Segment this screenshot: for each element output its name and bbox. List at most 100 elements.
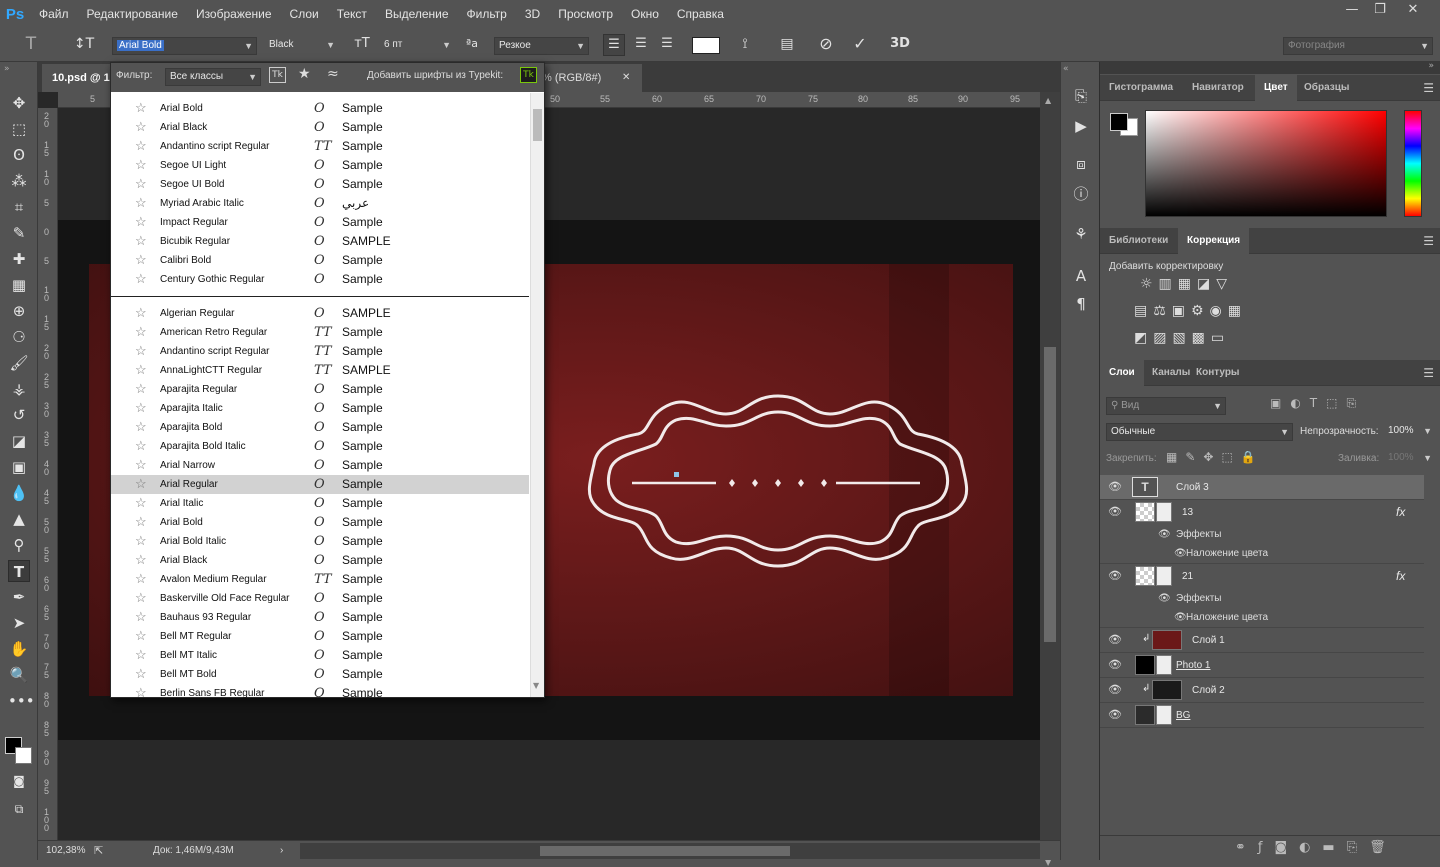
font-row[interactable]: ☆ Calibri Bold O Sample — [111, 251, 529, 270]
restore-button[interactable]: ❐ — [1366, 0, 1394, 22]
font-row[interactable]: ☆ American Retro Regular TT Sample — [111, 323, 529, 342]
zoom-level[interactable]: 102,38% — [46, 841, 85, 861]
fill-field[interactable]: 100% ▼ — [1384, 450, 1435, 468]
panel-menu-icon[interactable]: ☰ — [1423, 81, 1434, 95]
favorite-star-icon[interactable]: ☆ — [135, 438, 147, 454]
font-row[interactable]: ☆ Aparajita Italic O Sample — [111, 399, 529, 418]
fx-badge[interactable]: fx — [1396, 500, 1405, 525]
font-row[interactable]: ☆ Arial Narrow O Sample — [111, 456, 529, 475]
favorite-star-icon[interactable]: ☆ — [135, 685, 147, 701]
font-row[interactable]: ☆ Bell MT Regular O Sample — [111, 627, 529, 646]
menu-item[interactable]: Фильтр — [458, 0, 516, 28]
favorite-star-icon[interactable]: ☆ — [135, 195, 147, 211]
font-row[interactable]: ☆ Arial Bold Italic O Sample — [111, 532, 529, 551]
font-row[interactable]: ☆ Baskerville Old Face Regular O Sample — [111, 589, 529, 608]
favorite-star-icon[interactable]: ☆ — [135, 176, 147, 192]
text-color-swatch[interactable] — [692, 37, 720, 54]
vertical-scroll-thumb[interactable] — [1044, 347, 1056, 642]
visibility-eye-icon[interactable]: 👁 — [1158, 525, 1171, 544]
font-family-field[interactable]: Arial Bold ▼ — [112, 37, 257, 55]
vertical-scrollbar[interactable]: ▲ ▼ — [1040, 92, 1060, 867]
favorite-star-icon[interactable]: ☆ — [135, 157, 147, 173]
marquee-tool-icon[interactable]: ⬚ — [8, 118, 30, 140]
close-tab-icon[interactable]: ✕ — [622, 64, 630, 92]
layer-row[interactable]: 👁 13 fx 👁 Эффекты 👁 Наложение цвета — [1100, 500, 1424, 564]
favorite-star-icon[interactable]: ☆ — [135, 252, 147, 268]
favorite-star-icon[interactable]: ☆ — [135, 495, 147, 511]
cancel-edit-icon[interactable]: ⊘ — [815, 34, 837, 54]
blur-tool-icon[interactable]: 💧 — [8, 482, 30, 504]
panel-tab[interactable]: Гистограмма — [1100, 75, 1182, 101]
info-icon[interactable]: ⓘ — [1070, 184, 1092, 204]
export-icon[interactable]: ⇱ — [94, 841, 103, 861]
close-window-button[interactable]: ✕ — [1399, 0, 1427, 22]
hand-tool-icon[interactable]: ✋ — [8, 638, 30, 660]
font-row[interactable]: ☆ Berlin Sans FB Regular O Sample — [111, 684, 529, 703]
favorite-star-icon[interactable]: ☆ — [135, 647, 147, 663]
warp-text-icon[interactable]: ⟟ — [734, 34, 756, 54]
favorites-filter-icon[interactable]: ★ — [298, 66, 311, 82]
favorite-star-icon[interactable]: ☆ — [135, 400, 147, 416]
font-row[interactable]: ☆ Algerian Regular O SAMPLE — [111, 304, 529, 323]
layer-row[interactable]: 👁 21 fx 👁 Эффекты 👁 Наложение цвета — [1100, 564, 1424, 628]
type-tool-preset-icon[interactable]: T — [20, 34, 42, 54]
font-row[interactable]: ☆ Andantino script Regular TT Sample — [111, 137, 529, 156]
eraser-tool-icon[interactable]: ◪ — [8, 430, 30, 452]
layer-name[interactable]: BG — [1176, 703, 1190, 728]
font-row[interactable]: ☆ AnnaLightCTT Regular TT SAMPLE — [111, 361, 529, 380]
toggle-orientation-icon[interactable]: ↕T — [72, 34, 96, 54]
commit-edit-icon[interactable]: ✓ — [849, 34, 871, 54]
typekit-filter-button[interactable]: Tk — [269, 67, 286, 83]
clone-source-icon[interactable]: ⚘ — [1070, 224, 1092, 244]
favorite-star-icon[interactable]: ☆ — [135, 514, 147, 530]
favorite-star-icon[interactable]: ☆ — [135, 362, 147, 378]
font-row[interactable]: ☆ Century Gothic Regular O Sample — [111, 270, 529, 289]
font-row[interactable]: ☆ Andantino script Regular TT Sample — [111, 342, 529, 361]
expand-panels-icon[interactable]: « — [1063, 64, 1069, 74]
font-row[interactable]: ☆ Aparajita Bold O Sample — [111, 418, 529, 437]
layer-name[interactable]: Слой 2 — [1192, 678, 1225, 703]
hue-slider[interactable] — [1404, 110, 1422, 217]
3d-panel-icon[interactable]: ⧈ — [1070, 154, 1092, 174]
crop-tool-icon[interactable]: ⌗ — [8, 196, 30, 218]
history-icon[interactable]: ⎘ — [1070, 86, 1092, 106]
favorite-star-icon[interactable]: ☆ — [135, 381, 147, 397]
layer-filter-icons[interactable]: ▣◐T⬚⎘ — [1270, 396, 1365, 411]
favorite-star-icon[interactable]: ☆ — [135, 552, 147, 568]
panel-tab[interactable]: Контуры — [1187, 360, 1248, 386]
font-row[interactable]: ☆ Impact Regular O Sample — [111, 213, 529, 232]
minimize-button[interactable]: — — [1338, 0, 1366, 22]
menu-item[interactable]: Выделение — [376, 0, 458, 28]
favorite-star-icon[interactable]: ☆ — [135, 533, 147, 549]
favorite-star-icon[interactable]: ☆ — [135, 609, 147, 625]
visibility-eye-icon[interactable]: 👁 — [1174, 608, 1187, 627]
menu-item[interactable]: Файл — [30, 0, 78, 28]
layer-row[interactable]: 👁 T Слой 3 — [1100, 475, 1424, 500]
layer-row[interactable]: 👁 BG — [1100, 703, 1424, 728]
favorite-star-icon[interactable]: ☆ — [135, 457, 147, 473]
font-row[interactable]: ☆ Aparajita Regular O Sample — [111, 380, 529, 399]
font-style-field[interactable]: Black ▼ — [265, 37, 338, 55]
font-row[interactable]: ☆ Bell MT Bold O Sample — [111, 665, 529, 684]
layer-name[interactable]: 13 — [1182, 500, 1193, 525]
font-row[interactable]: ☆ Arial Bold O Sample — [111, 513, 529, 532]
favorite-star-icon[interactable]: ☆ — [135, 233, 147, 249]
font-size-field[interactable]: 6 пт ▼ — [380, 37, 454, 55]
typekit-add-button[interactable]: Tk — [520, 67, 537, 83]
menu-item[interactable]: Редактирование — [78, 0, 187, 28]
menu-item[interactable]: Изображение — [187, 0, 281, 28]
3d-icon[interactable]: 3D — [887, 34, 913, 54]
pen-tool-icon[interactable]: ✒ — [8, 586, 30, 608]
quick-mask-icon[interactable]: ◙ — [8, 770, 30, 792]
favorite-star-icon[interactable]: ☆ — [135, 305, 147, 321]
scroll-up-icon[interactable]: ▲ — [1045, 96, 1051, 105]
font-row[interactable]: ☆ Bicubik Regular O SAMPLE — [111, 232, 529, 251]
patch-tool-icon[interactable]: ▦ — [8, 274, 30, 296]
font-row[interactable]: ☆ Bell MT Italic O Sample — [111, 646, 529, 665]
font-row[interactable]: ☆ Arial Black O Sample — [111, 118, 529, 137]
horizontal-scrollbar[interactable] — [300, 843, 1040, 859]
align-center-icon[interactable]: ☰ — [630, 34, 652, 54]
favorite-star-icon[interactable]: ☆ — [135, 571, 147, 587]
font-row[interactable]: ☆ Arial Black O Sample — [111, 551, 529, 570]
layer-footer-icons[interactable]: ⚭ƒ◙◐▬⎘🗑 — [1235, 840, 1398, 855]
